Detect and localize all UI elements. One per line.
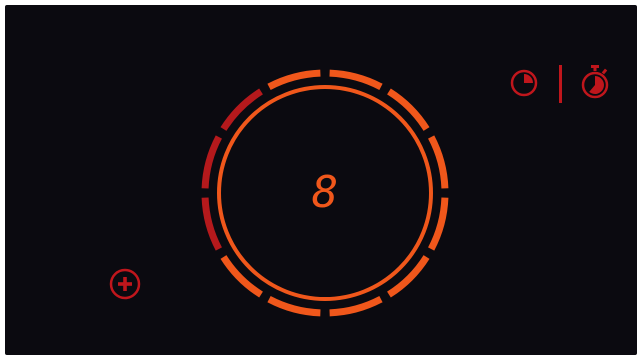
cook-timer-button[interactable] (579, 64, 611, 100)
clock-pie-icon (510, 69, 538, 97)
cooktop-panel: 8 (5, 5, 637, 355)
stopwatch-icon (581, 65, 609, 99)
power-segment[interactable] (267, 296, 321, 317)
power-segment[interactable] (329, 296, 383, 317)
power-segment[interactable] (220, 88, 263, 131)
power-segment[interactable] (220, 255, 263, 298)
timer-divider (559, 65, 562, 103)
power-segment[interactable] (329, 69, 383, 90)
power-segment[interactable] (387, 255, 430, 298)
power-segment[interactable] (201, 197, 222, 251)
power-level-display: 8 (312, 167, 339, 218)
add-zone-button[interactable] (108, 267, 142, 301)
cooking-zone-graphic: 8 (201, 69, 449, 317)
plus-circle-icon (109, 268, 141, 300)
timer-controls (507, 61, 611, 105)
power-segment[interactable] (428, 197, 449, 251)
kitchen-timer-button[interactable] (510, 69, 538, 97)
cooking-zone[interactable]: 8 (201, 69, 449, 317)
power-segment[interactable] (201, 135, 222, 189)
power-segment[interactable] (387, 88, 430, 131)
power-segment[interactable] (428, 135, 449, 189)
power-segment[interactable] (267, 69, 321, 90)
